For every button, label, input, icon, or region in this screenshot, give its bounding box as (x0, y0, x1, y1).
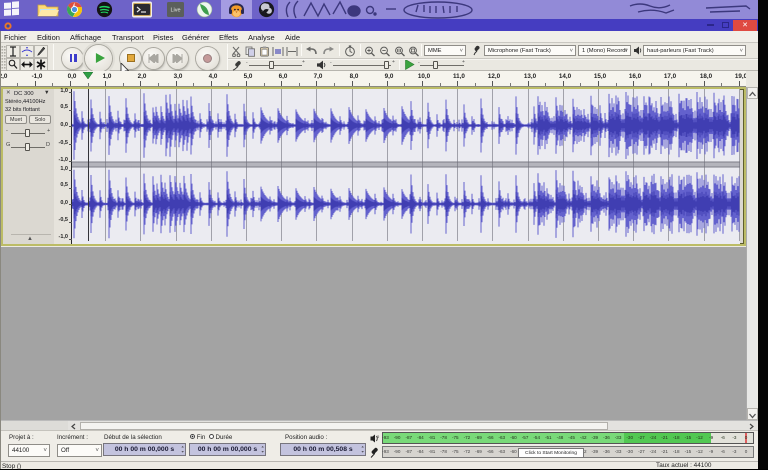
svg-text:Live: Live (170, 8, 180, 14)
